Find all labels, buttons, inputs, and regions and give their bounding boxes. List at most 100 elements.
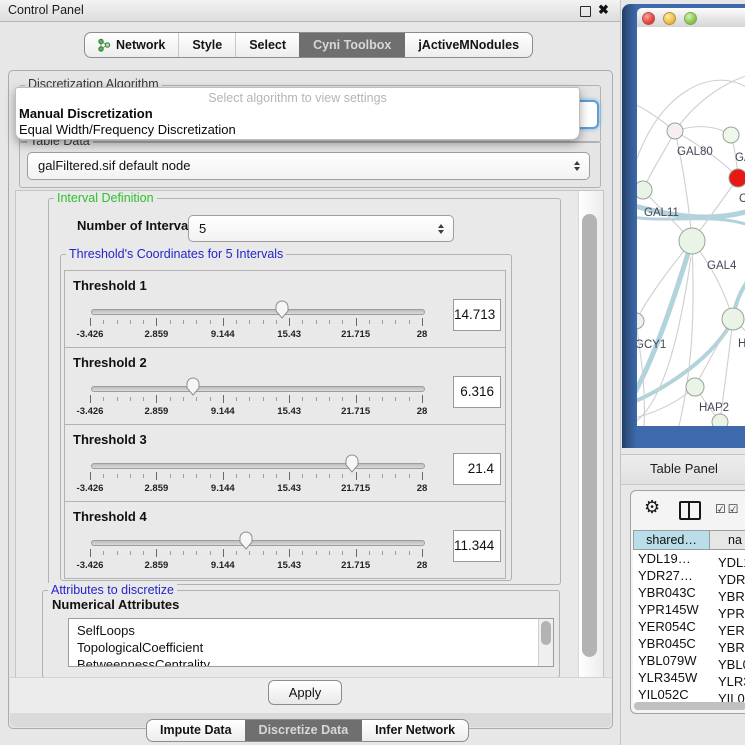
threshold-value-field[interactable]: 11.344 <box>453 530 501 562</box>
table-row[interactable]: YDL19…YDL1 <box>633 550 745 567</box>
threshold-value-field[interactable]: 21.4 <box>453 453 501 485</box>
network-node[interactable] <box>679 228 705 254</box>
network-window-frame[interactable]: GAL80GACGAL11GAL4GCY1HHAP2 <box>622 4 745 448</box>
threshold-value-field[interactable]: 14.713 <box>453 299 501 331</box>
table-row[interactable]: YER054CYER0 <box>633 618 745 635</box>
network-node[interactable] <box>686 378 704 396</box>
network-node[interactable] <box>667 123 683 139</box>
table-row[interactable]: YIL052CYIL0 <box>633 686 745 702</box>
cell-shared-name[interactable]: YIL052C <box>633 686 712 702</box>
tab-cyni-toolbox[interactable]: Cyni Toolbox <box>299 33 404 57</box>
bottom-tab-infer-network[interactable]: Infer Network <box>361 720 468 741</box>
threshold-label: Threshold 1 <box>73 278 147 293</box>
slider-tick <box>276 320 277 324</box>
apply-button[interactable]: Apply <box>268 680 342 705</box>
bottom-tab-discretize-data[interactable]: Discretize Data <box>245 720 362 741</box>
threshold-slider-thumb[interactable] <box>239 530 253 550</box>
threshold-slider-track[interactable] <box>91 386 425 392</box>
checkbox-icons[interactable]: ☑☑ <box>715 502 741 516</box>
column-header-name[interactable]: na <box>709 530 745 550</box>
dropdown-option-manual-discretization[interactable]: Manual Discretization <box>19 106 153 121</box>
close-traffic-light-icon[interactable] <box>642 12 655 25</box>
cell-shared-name[interactable]: YBL079W <box>633 652 712 669</box>
column-header-shared-name[interactable]: shared… <box>633 530 710 550</box>
slider-tick <box>409 474 410 478</box>
threshold-slider-thumb[interactable] <box>275 299 289 319</box>
slider-tick-label: -3.426 <box>70 483 110 494</box>
horizontal-scrollbar-thumb[interactable] <box>634 702 745 710</box>
slider-tick <box>329 320 330 324</box>
threshold-slider-thumb[interactable] <box>345 453 359 473</box>
threshold-value-field[interactable]: 6.316 <box>453 376 501 408</box>
slider-tick <box>183 551 184 555</box>
network-node[interactable] <box>722 308 744 330</box>
cell-shared-name[interactable]: YLR345W <box>633 669 712 686</box>
cell-shared-name[interactable]: YPR145W <box>633 601 712 618</box>
columns-icon[interactable] <box>679 501 701 520</box>
threshold-slider-track[interactable] <box>91 309 425 315</box>
table-row[interactable]: YBR043CYBR0 <box>633 584 745 601</box>
network-node[interactable] <box>712 414 728 426</box>
numerical-attribute-item[interactable]: SelfLoops <box>69 622 553 639</box>
threshold-slider-track[interactable] <box>91 463 425 469</box>
minimize-traffic-light-icon[interactable] <box>663 12 676 25</box>
table-row[interactable]: YLR345WYLR3 <box>633 669 745 686</box>
slider-tick-label: 9.144 <box>203 483 243 494</box>
slider-tick <box>103 397 104 401</box>
table-row[interactable]: YBR045CYBR0 <box>633 635 745 652</box>
list-scrollbar-track[interactable] <box>538 619 553 666</box>
zoom-traffic-light-icon[interactable] <box>684 12 697 25</box>
cell-shared-name[interactable]: YER054C <box>633 618 712 635</box>
threshold-slider-thumb[interactable] <box>186 376 200 396</box>
bottom-tab-impute-data[interactable]: Impute Data <box>147 720 245 741</box>
cell-shared-name[interactable]: YBR045C <box>633 635 712 652</box>
slider-tick <box>223 318 224 326</box>
network-node[interactable] <box>723 127 739 143</box>
pane-scrollbar-thumb[interactable] <box>582 214 597 657</box>
list-scrollbar-thumb[interactable] <box>541 621 551 645</box>
slider-tick <box>263 474 264 478</box>
slider-tick <box>395 474 396 478</box>
numerical-attribute-item[interactable]: BetweennessCentrality <box>69 656 553 667</box>
cell-shared-name[interactable]: YBR043C <box>633 584 712 601</box>
tab-select[interactable]: Select <box>235 33 299 57</box>
network-node[interactable] <box>637 313 644 329</box>
table-row[interactable]: YBL079WYBL0 <box>633 652 745 669</box>
network-node[interactable] <box>637 181 652 199</box>
threshold-slider-track[interactable] <box>91 540 425 546</box>
number-of-intervals-combobox[interactable]: 5 <box>188 215 454 242</box>
cell-shared-name[interactable]: YDL19… <box>633 550 712 567</box>
table-row[interactable]: YPR145WYPR1 <box>633 601 745 618</box>
node-table[interactable]: YDL19…YDL1YDR27…YDR2YBR043CYBR0YPR145WYP… <box>633 550 745 702</box>
numerical-attribute-item[interactable]: TopologicalCoefficient <box>69 639 553 656</box>
slider-tick <box>223 549 224 557</box>
tab-jactivemnodules[interactable]: jActiveMNodules <box>404 33 532 57</box>
cell-shared-name[interactable]: YDR27… <box>633 567 712 584</box>
slider-tick <box>329 551 330 555</box>
slider-tick-label: 2.859 <box>136 329 176 340</box>
gear-icon[interactable]: ⚙ <box>644 497 660 518</box>
network-node[interactable] <box>729 169 745 187</box>
tab-network[interactable]: Network <box>85 33 178 57</box>
slider-tick <box>156 395 157 403</box>
cell-name[interactable]: YIL0 <box>712 690 745 702</box>
slider-tick <box>90 395 91 403</box>
network-view-canvas[interactable]: GAL80GACGAL11GAL4GCY1HHAP2 <box>637 27 745 426</box>
slider-tick <box>422 549 423 557</box>
numerical-attributes-list[interactable]: SelfLoopsTopologicalCoefficientBetweenne… <box>68 618 554 667</box>
tab-label: Network <box>116 33 165 57</box>
slider-tick <box>249 551 250 555</box>
slider-tick <box>409 397 410 401</box>
slider-tick-label: -3.426 <box>70 329 110 340</box>
network-graph[interactable]: GAL80GACGAL11GAL4GCY1HHAP2 <box>637 27 745 426</box>
dropdown-option-equal-width-frequency[interactable]: Equal Width/Frequency Discretization <box>19 122 236 137</box>
table-row[interactable]: YDR27…YDR2 <box>633 567 745 584</box>
slider-tick <box>249 474 250 478</box>
slider-tick <box>236 551 237 555</box>
slider-tick <box>395 551 396 555</box>
close-icon[interactable]: ✖ <box>598 2 609 18</box>
table-data-combobox[interactable]: galFiltered.sif default node <box>27 152 590 180</box>
tab-style[interactable]: Style <box>178 33 235 57</box>
float-window-icon[interactable] <box>580 6 591 17</box>
slider-tick <box>130 320 131 324</box>
